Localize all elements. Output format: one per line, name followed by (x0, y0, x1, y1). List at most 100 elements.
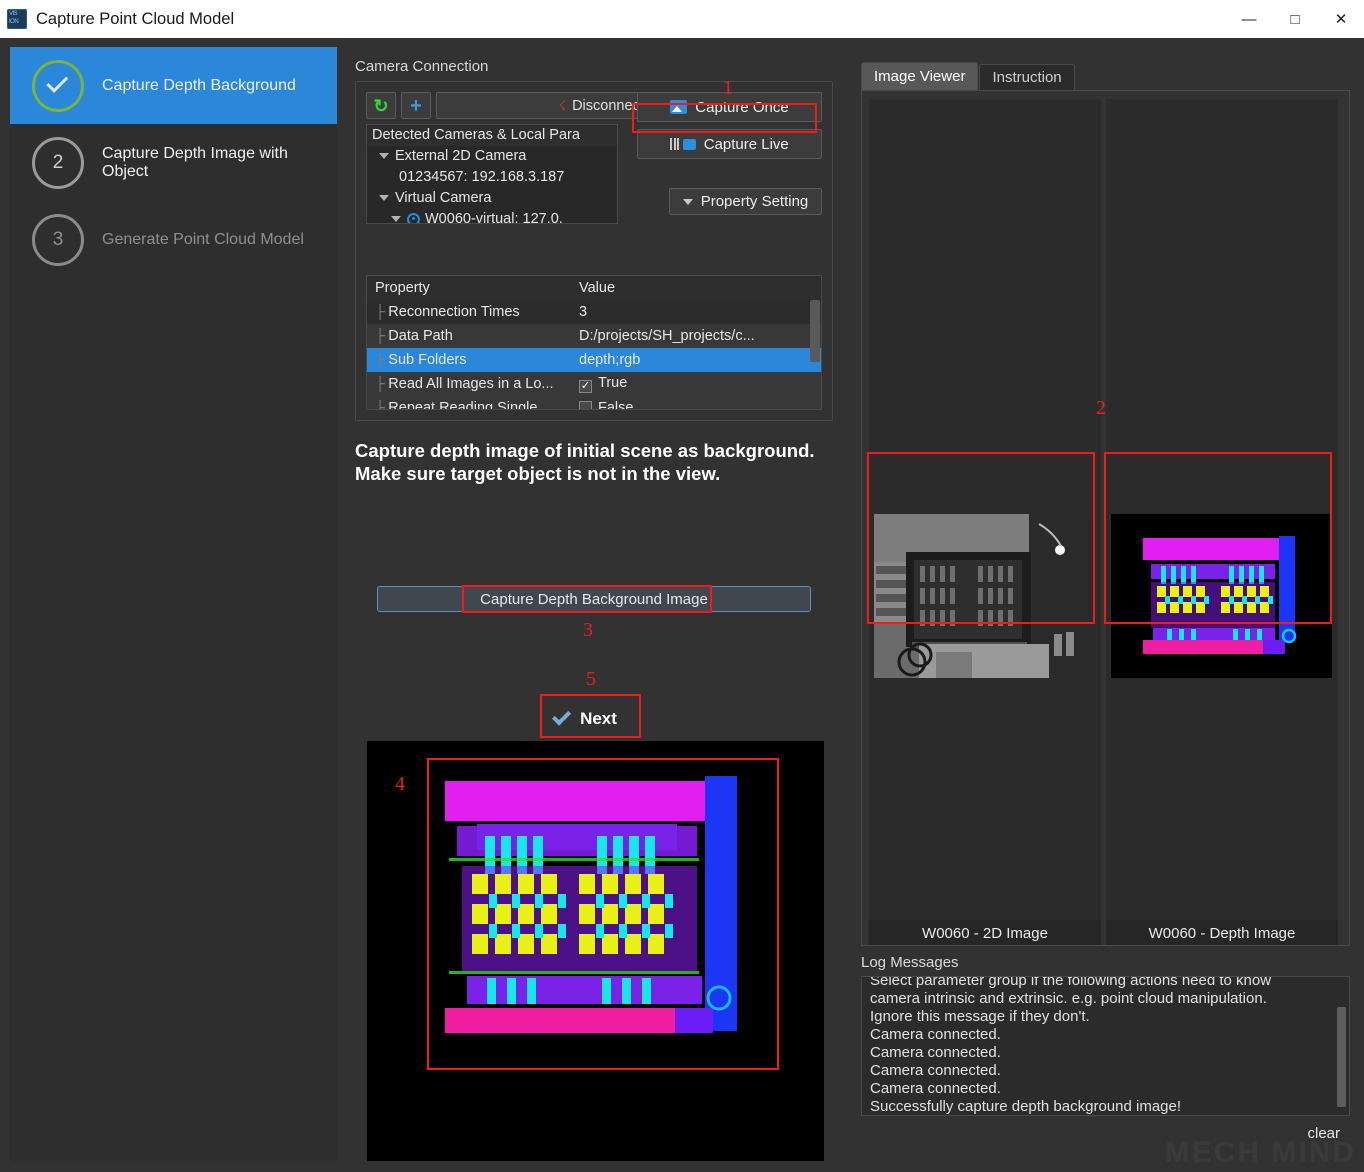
log-scrollbar[interactable] (1337, 1007, 1346, 1107)
viewer-cell-2d[interactable]: W0060 - 2D Image (869, 99, 1101, 946)
step-2-number: 2 (32, 137, 84, 189)
property-name: Sub Folders (367, 352, 579, 368)
step-sidebar: Capture Depth Background 2 Capture Depth… (10, 47, 337, 1162)
table-row[interactable]: Reconnection Times 3 (367, 300, 821, 324)
capture-once-label: Capture Once (695, 99, 788, 116)
log-line: Camera connected. (870, 1062, 1341, 1080)
log-messages-title: Log Messages (861, 954, 1350, 971)
thumbnail-depth-image-graphic (1111, 514, 1332, 678)
capture-live-button[interactable]: Capture Live (637, 129, 822, 159)
property-name: Data Path (367, 328, 579, 344)
log-line: Camera connected. (870, 1080, 1341, 1098)
sidebar-item-capture-depth-background[interactable]: Capture Depth Background (10, 47, 337, 124)
log-line: Select parameter group if the following … (870, 976, 1341, 990)
viewer-tabs: Image Viewer Instruction (861, 62, 1350, 90)
tree-item-w0060-virtual[interactable]: W0060-virtual: 127.0. (367, 209, 617, 224)
next-button-label: Next (580, 709, 617, 729)
capture-depth-background-image-label: Capture Depth Background Image (480, 591, 708, 608)
large-depth-preview[interactable] (367, 741, 824, 1161)
log-line: Ignore this message if they don't. (870, 1008, 1341, 1026)
tab-instruction[interactable]: Instruction (979, 64, 1074, 90)
window-controls: — □ ✕ (1226, 0, 1364, 38)
thumbnail-2d-image[interactable] (874, 514, 1095, 678)
property-value[interactable]: ✓ True (579, 375, 821, 393)
property-value[interactable]: 3 (579, 304, 821, 320)
minimize-icon[interactable]: — (1226, 0, 1272, 38)
annotation-number-1: 1 (723, 77, 733, 100)
log-line: camera intrinsic and extrinsic. e.g. poi… (870, 990, 1341, 1008)
table-row[interactable]: Read All Images in a Lo... ✓ True (367, 372, 821, 396)
tree-item-label: Virtual Camera (395, 190, 491, 206)
step-3-number: 3 (32, 214, 84, 266)
sidebar-item-capture-depth-image-with-object[interactable]: 2 Capture Depth Image with Object (10, 124, 337, 201)
property-value-text: True (598, 375, 627, 391)
live-icon (670, 138, 696, 150)
disconnect-plug-icon: ☇ (559, 98, 566, 114)
camera-icon (407, 213, 420, 224)
column-header-property: Property (367, 280, 579, 296)
table-header-row: Property Value (367, 276, 821, 300)
chevron-down-icon[interactable] (379, 195, 389, 201)
close-icon[interactable]: ✕ (1318, 0, 1364, 38)
chevron-down-icon[interactable] (391, 216, 401, 222)
annotation-number-5: 5 (586, 668, 596, 691)
thumbnail-depth-caption: W0060 - Depth Image (1106, 920, 1338, 946)
property-name: Read All Images in a Lo... (367, 376, 579, 392)
sidebar-item-label: Capture Depth Image with Object (102, 145, 337, 181)
title-bar: Capture Point Cloud Model — □ ✕ (0, 0, 1364, 38)
refresh-icon[interactable]: ↻ (366, 92, 396, 119)
step-1-check-icon (32, 60, 84, 112)
thumbnail-2d-image-graphic (874, 514, 1095, 678)
property-value[interactable]: depth;rgb (579, 352, 821, 368)
annotation-number-4: 4 (395, 773, 405, 796)
checkbox-checked[interactable]: ✓ (579, 380, 592, 393)
property-table[interactable]: Property Value Reconnection Times 3 Data… (366, 275, 822, 410)
tree-item-external-2d-camera[interactable]: External 2D Camera (367, 146, 617, 167)
annotation-number-2: 2 (1096, 397, 1106, 420)
property-setting-label: Property Setting (701, 193, 809, 210)
maximize-icon[interactable]: □ (1272, 0, 1318, 38)
sidebar-item-label: Capture Depth Background (102, 77, 296, 95)
table-row[interactable]: Repeat Reading Single ... False (367, 396, 821, 410)
clear-log-button[interactable]: clear (1297, 1123, 1350, 1144)
log-line: Successfully capture depth background im… (870, 1098, 1341, 1116)
chevron-down-icon[interactable] (379, 153, 389, 159)
tree-item-label: 01234567: 192.168.3.187 (399, 169, 564, 185)
tree-item-label: External 2D Camera (395, 148, 526, 164)
checkbox-unchecked[interactable] (579, 401, 592, 410)
tree-item-camera-01234567[interactable]: 01234567: 192.168.3.187 (367, 167, 617, 188)
chevron-down-icon (683, 199, 693, 205)
camera-tree[interactable]: Detected Cameras & Local Para External 2… (366, 124, 618, 224)
log-line: Camera connected. (870, 1026, 1341, 1044)
main-panel: Camera Connection ↻ + ☇ Disconnect Camer… (355, 58, 833, 1163)
app-icon (7, 9, 27, 29)
tree-item-label: W0060-virtual: 127.0. (425, 211, 563, 224)
camera-connection-title: Camera Connection (355, 58, 833, 75)
property-setting-button[interactable]: Property Setting (669, 188, 822, 215)
table-row[interactable]: Data Path D:/projects/SH_projects/c... (367, 324, 821, 348)
column-header-value: Value (579, 280, 821, 296)
image-icon (670, 100, 687, 114)
sidebar-item-generate-point-cloud-model[interactable]: 3 Generate Point Cloud Model (10, 201, 337, 278)
capture-live-label: Capture Live (704, 136, 789, 153)
property-name: Reconnection Times (367, 304, 579, 320)
sidebar-item-label: Generate Point Cloud Model (102, 231, 304, 249)
thumbnail-2d-caption: W0060 - 2D Image (869, 920, 1101, 946)
tab-image-viewer[interactable]: Image Viewer (861, 62, 978, 90)
property-value[interactable]: D:/projects/SH_projects/c... (579, 328, 821, 344)
camera-tree-header: Detected Cameras & Local Para (367, 125, 617, 146)
next-button[interactable]: Next (535, 698, 635, 740)
plus-icon[interactable]: + (401, 92, 431, 119)
property-value-text: False (598, 400, 633, 410)
property-table-scrollbar[interactable] (810, 300, 820, 362)
right-panel: Image Viewer Instruction (861, 62, 1350, 1162)
capture-depth-background-image-button[interactable]: Capture Depth Background Image (377, 586, 811, 612)
viewer-cell-depth[interactable]: W0060 - Depth Image (1106, 99, 1338, 946)
log-messages-box[interactable]: Select parameter group if the following … (861, 976, 1350, 1116)
tree-item-virtual-camera[interactable]: Virtual Camera (367, 188, 617, 209)
table-row-selected[interactable]: Sub Folders depth;rgb (367, 348, 821, 372)
image-viewer-content: W0060 - 2D Image (861, 90, 1350, 946)
log-line: Camera connected. (870, 1044, 1341, 1062)
property-value[interactable]: False (579, 400, 821, 410)
thumbnail-depth-image[interactable] (1111, 514, 1332, 678)
